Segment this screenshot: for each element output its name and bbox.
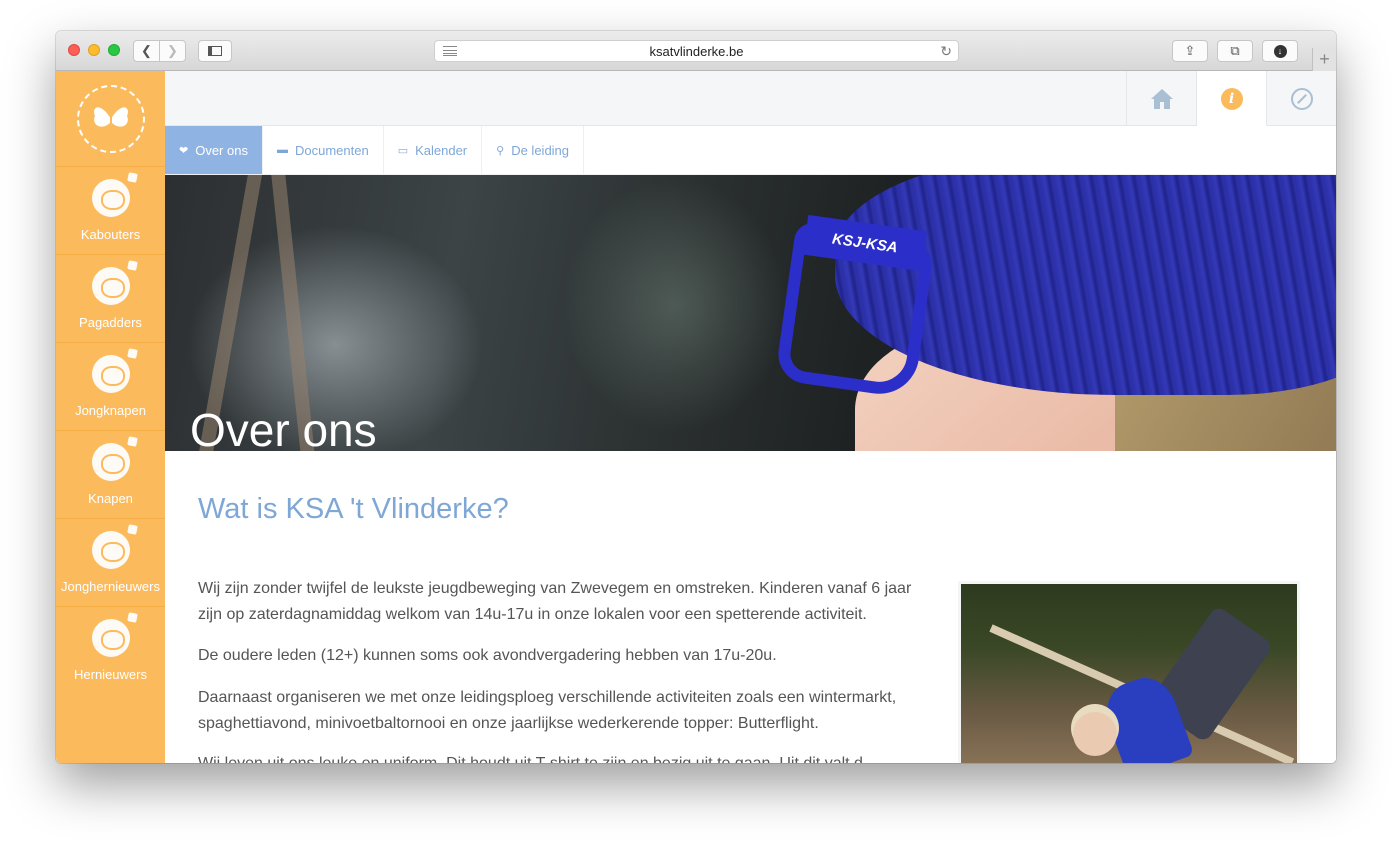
kabouters-icon [91,179,130,217]
browser-toolbar: ❮ ❯ ksatvlinderke.be ↻ ⇪ ⧉ ↓ + [56,31,1336,71]
home-button[interactable] [1126,71,1196,126]
close-window-button[interactable] [68,44,80,56]
page-title: Over ons [190,404,377,451]
tab-de-leiding[interactable]: ⚲ De leiding [482,126,585,174]
tab-label: Documenten [294,142,369,158]
web-page: Kabouters Pagadders Jongknapen Knapen Jo… [56,71,1336,763]
photo-head [1073,712,1117,756]
paragraph: Wij leven uit ons leuke en uniform. Dit … [198,751,928,763]
group-knapen[interactable]: Knapen [56,431,165,519]
chevron-right-icon: ❯ [167,43,178,58]
new-tab-button[interactable]: + [1312,48,1336,71]
child-on-rope-photo [958,581,1300,763]
group-label: Jongknapen [75,403,146,418]
download-icon: ↓ [1273,44,1287,58]
group-sidebar: Kabouters Pagadders Jongknapen Knapen Jo… [56,71,165,763]
show-tabs-button[interactable]: ⧉ [1217,40,1253,62]
plus-icon: + [1319,49,1330,69]
url-text: ksatvlinderke.be [649,43,744,59]
hernieuwers-icon [91,619,130,657]
hero-banner: KSJ-KSA Over ons [165,175,1336,451]
tab-kalender[interactable]: ▭ Kalender [384,126,483,174]
reader-icon[interactable] [443,46,457,56]
group-label: Jonghernieuwers [60,579,160,594]
reload-icon[interactable]: ↻ [940,43,952,60]
address-bar[interactable]: ksatvlinderke.be ↻ [434,40,959,62]
group-jongknapen[interactable]: Jongknapen [56,343,165,431]
top-icon-bar: i [165,71,1336,127]
paragraph: De oudere leden (12+) kunnen soms ook av… [198,647,777,664]
tab-over-ons[interactable]: ❤ Over ons [165,126,263,174]
knapen-icon [91,443,130,481]
compass-icon [1290,87,1313,110]
downloads-button[interactable]: ↓ [1262,40,1298,62]
group-kabouters[interactable]: Kabouters [56,167,165,255]
tab-documenten[interactable]: ▬ Documenten [263,126,384,174]
tab-label: Kalender [415,142,468,158]
main-content: Wat is KSA 't Vlinderke? Wij zijn zonder… [165,451,1336,763]
heart-icon: ❤ [179,144,189,157]
jongknapen-icon [91,355,130,393]
sidebar-toggle-button[interactable] [198,40,232,62]
browser-window: ❮ ❯ ksatvlinderke.be ↻ ⇪ ⧉ ↓ + Kabouters… [56,31,1336,763]
info-button[interactable]: i [1196,71,1266,127]
calendar-icon: ▭ [397,144,409,157]
share-button[interactable]: ⇪ [1172,40,1208,62]
paragraph: Wij zijn zonder twijfel de leukste jeugd… [198,580,912,623]
group-hernieuwers[interactable]: Hernieuwers [56,607,165,695]
info-icon: i [1220,88,1243,110]
tabs-icon: ⧉ [1230,43,1240,58]
group-label: Hernieuwers [74,667,147,682]
group-pagadders[interactable]: Pagadders [56,255,165,343]
tab-label: De leiding [511,142,570,158]
zoom-window-button[interactable] [108,44,120,56]
jonghernieuwers-icon [91,531,130,569]
group-label: Pagadders [79,315,142,330]
minimize-window-button[interactable] [88,44,100,56]
group-jonghernieuwers[interactable]: Jonghernieuwers [56,519,165,607]
tab-label: Over ons [195,142,248,158]
group-label: Kabouters [80,227,141,242]
briefcase-icon: ▬ [276,144,288,156]
forward-button[interactable]: ❯ [159,40,186,62]
group-label: Knapen [88,491,133,506]
section-heading: Wat is KSA 't Vlinderke? [198,493,509,525]
pagadders-icon [91,267,130,305]
site-logo[interactable] [56,71,165,167]
butterfly-logo-icon [76,84,145,153]
back-button[interactable]: ❮ [133,40,160,62]
explore-button[interactable] [1266,71,1336,126]
chevron-left-icon: ❮ [141,43,152,58]
pin-icon: ⚲ [496,144,505,157]
sidebar-icon [208,46,222,56]
share-icon: ⇪ [1184,43,1196,58]
paragraph: Daarnaast organiseren we met onze leidin… [198,689,897,732]
home-icon [1150,88,1173,109]
sub-navigation: ❤ Over ons ▬ Documenten ▭ Kalender ⚲ De … [165,126,1336,175]
